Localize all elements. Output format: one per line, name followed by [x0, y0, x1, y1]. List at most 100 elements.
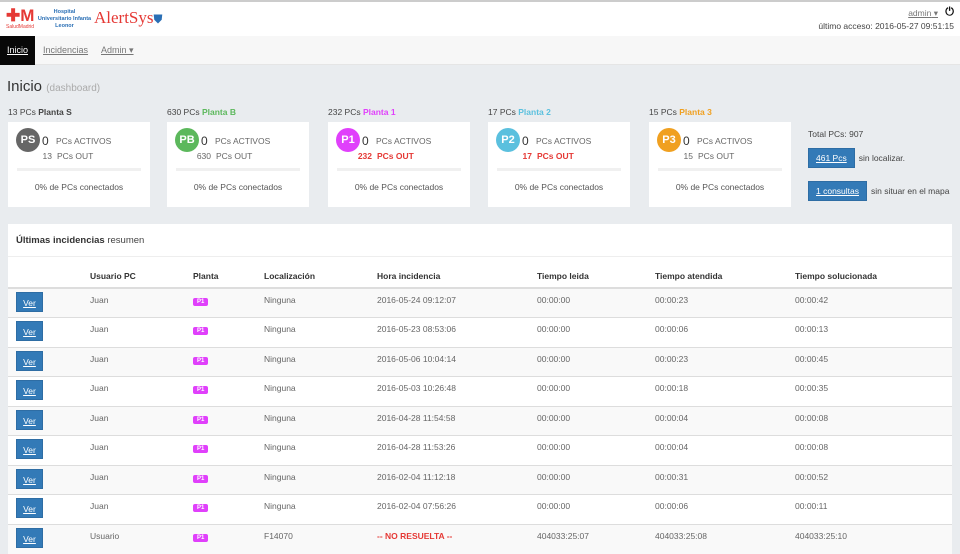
connected-progress: [17, 168, 141, 171]
table-cell: 00:00:00: [537, 346, 655, 377]
table-cell: 00:00:52: [795, 464, 952, 495]
table-cell: 00:00:08: [795, 405, 952, 436]
hospital-logo: Hospital Universitario Infanta Leonor: [37, 9, 92, 29]
planta-badge: P1: [193, 474, 209, 483]
nav-admin[interactable]: Admin ▾: [101, 36, 134, 65]
out-count: 630: [196, 151, 211, 161]
navbar: Inicio Incidencias Admin ▾: [0, 36, 960, 65]
planta-badge: P1: [193, 415, 209, 424]
table-cell: 00:00:31: [655, 464, 795, 495]
table-cell: Ninguna: [264, 435, 377, 465]
table-cell: Juan: [90, 405, 193, 436]
out-label: PCs OUT: [537, 151, 574, 161]
consults-button[interactable]: 1 consultas: [808, 181, 867, 201]
table-row: Ver Juan P1 Ninguna 2016-02-04 07:56:26 00:00…: [8, 494, 952, 524]
table-cell: Usuario: [90, 523, 193, 554]
planta-badge: PB: [175, 128, 199, 152]
connected-percent: 0% de PCs conectados: [193, 182, 283, 192]
table-cell: Ninguna: [264, 464, 377, 495]
table-cell: 00:00:00: [537, 435, 655, 465]
connected-progress: [658, 168, 782, 171]
out-label: PCs OUT: [216, 151, 253, 161]
power-icon[interactable]: ⏻: [945, 6, 954, 19]
table-row: Ver Juan P1 Ninguna 2016-05-23 08:53:06 00:00…: [8, 317, 952, 347]
table-cell: 2016-02-04 07:56:26: [377, 494, 537, 524]
unlocated-pcs-button[interactable]: 461 Pcs: [808, 148, 855, 168]
view-button[interactable]: Ver: [16, 380, 43, 400]
planta-badge: P1: [193, 504, 209, 512]
table-cell: 404033:25:10: [795, 523, 952, 554]
table-cell: 2016-05-06 10:04:14: [377, 346, 537, 377]
table-cell: 00:00:35: [795, 376, 952, 406]
planta-label: 13 PCs Planta S: [8, 107, 72, 117]
table-row: Ver Juan P1 Ninguna 2016-04-28 11:54:58 00:00…: [8, 405, 952, 436]
planta-badge: P2: [496, 128, 520, 152]
incidents-table: Usuario PC Planta Localización Hora inciden…: [8, 264, 952, 554]
active-count: 0: [201, 134, 208, 148]
table-row: Ver Usuario P1 F14070 -- NO RESUELTA -- 40403…: [8, 523, 952, 554]
table-cell: Ninguna: [264, 287, 377, 318]
table-cell: Ninguna: [264, 346, 377, 377]
table-cell: Juan: [90, 376, 193, 406]
table-cell: 00:00:13: [795, 317, 952, 347]
table-cell: 00:00:04: [655, 435, 795, 465]
view-button[interactable]: Ver: [16, 468, 43, 489]
planta-badge: P1: [193, 386, 209, 394]
table-cell: Juan: [90, 346, 193, 377]
table-cell: Juan: [90, 287, 193, 318]
table-cell: 00:00:11: [795, 494, 952, 524]
table-cell: 00:00:00: [537, 464, 655, 495]
planta-card: P3 0 PCs ACTIVOS 15 PCs OUT 0% de PCs co…: [649, 122, 791, 207]
table-cell: F14070: [264, 523, 377, 554]
view-button[interactable]: Ver: [16, 439, 43, 459]
view-button[interactable]: Ver: [16, 292, 43, 312]
table-cell: Ninguna: [264, 376, 377, 406]
user-menu[interactable]: admin ▾: [908, 8, 938, 19]
planta-badge: PS: [16, 128, 40, 152]
nav-incidencias[interactable]: Incidencias: [43, 36, 88, 65]
out-count: 15: [683, 151, 693, 161]
connected-percent: 0% de PCs conectados: [354, 182, 444, 192]
table-cell: Juan: [90, 464, 193, 495]
active-count: 0: [362, 134, 369, 148]
table-cell: 2016-05-23 08:53:06: [377, 317, 537, 347]
table-cell: 00:00:23: [655, 346, 795, 377]
table-cell: 00:00:42: [795, 287, 952, 318]
table-cell: 2016-04-28 11:53:26: [377, 435, 537, 465]
column-header: [8, 264, 90, 289]
active-count: 0: [522, 134, 529, 148]
planta-label: 15 PCs Planta 3: [649, 107, 712, 117]
view-button[interactable]: Ver: [16, 527, 43, 548]
view-button[interactable]: Ver: [16, 409, 43, 430]
nav-inicio[interactable]: Inicio: [0, 36, 36, 65]
table-cell: Juan: [90, 494, 193, 524]
table-row: Ver Juan P1 Ninguna 2016-02-04 11:12:18 00:00…: [8, 464, 952, 495]
active-count: 0: [683, 134, 690, 148]
connected-percent: 0% de PCs conectados: [514, 182, 604, 192]
table-cell: 00:00:00: [537, 376, 655, 406]
last-access: último acceso: 2016-05-27 09:51:15: [818, 21, 954, 31]
view-button[interactable]: Ver: [16, 321, 43, 341]
out-count: 13: [42, 151, 52, 161]
active-label: PCs ACTIVOS: [697, 136, 753, 146]
panel-title: Últimas incidencias resumen: [16, 235, 145, 246]
table-cell: 00:00:45: [795, 346, 952, 377]
planta-badge: P1: [193, 327, 209, 335]
column-header: Localización: [264, 264, 377, 289]
table-row: Ver Juan P1 Ninguna 2016-05-03 10:26:48 00:00…: [8, 376, 952, 406]
table-row: Ver Juan P1 Ninguna 2016-04-28 11:53:26 00:00…: [8, 435, 952, 465]
view-button[interactable]: Ver: [16, 350, 43, 371]
table-row: Ver Juan P1 Ninguna 2016-05-06 10:04:14 00:00…: [8, 346, 952, 377]
table-cell: 00:00:23: [655, 287, 795, 318]
connected-progress: [337, 168, 461, 171]
view-button[interactable]: Ver: [16, 498, 43, 518]
shield-icon: ⛊: [153, 12, 163, 26]
planta-badge: P3: [657, 128, 681, 152]
table-cell: 00:00:00: [537, 494, 655, 524]
table-cell: 00:00:18: [655, 376, 795, 406]
planta-badge: P1: [193, 445, 209, 453]
active-label: PCs ACTIVOS: [536, 136, 592, 146]
planta-badge: P1: [336, 128, 360, 152]
table-cell: 00:00:00: [537, 287, 655, 318]
table-cell: 2016-05-03 10:26:48: [377, 376, 537, 406]
